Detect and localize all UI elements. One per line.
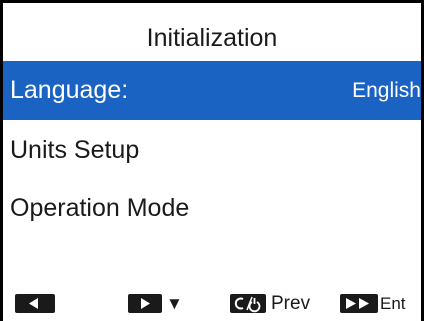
menu-item-operation-mode[interactable]: Operation Mode [3,179,421,238]
menu-item-units-setup[interactable]: Units Setup [3,121,421,180]
lcd-screen: Initialization Language: English Units S… [0,0,424,321]
down-label: ▼ [166,294,183,313]
enter-key[interactable] [340,294,378,313]
language-value: English [352,79,421,102]
left-arrow-key[interactable] [15,294,55,313]
menu-item-label: Operation Mode [10,194,190,222]
menu-item-label: Language: [10,76,129,104]
right-arrow-key[interactable] [128,294,162,313]
softkey-bar: ▼ Prev Ent [3,289,421,321]
screen-title: Initialization [146,24,278,52]
clear-key[interactable] [230,294,266,313]
menu-item-label: Units Setup [10,136,140,164]
ent-label: Ent [380,294,406,313]
prev-label: Prev [271,293,311,314]
clear-power-icon [234,296,261,313]
left-arrow-icon [29,298,38,309]
menu-item-language[interactable]: Language: English [3,61,421,120]
right-arrow-icon [141,298,150,309]
double-right-arrow-icon [346,298,369,309]
